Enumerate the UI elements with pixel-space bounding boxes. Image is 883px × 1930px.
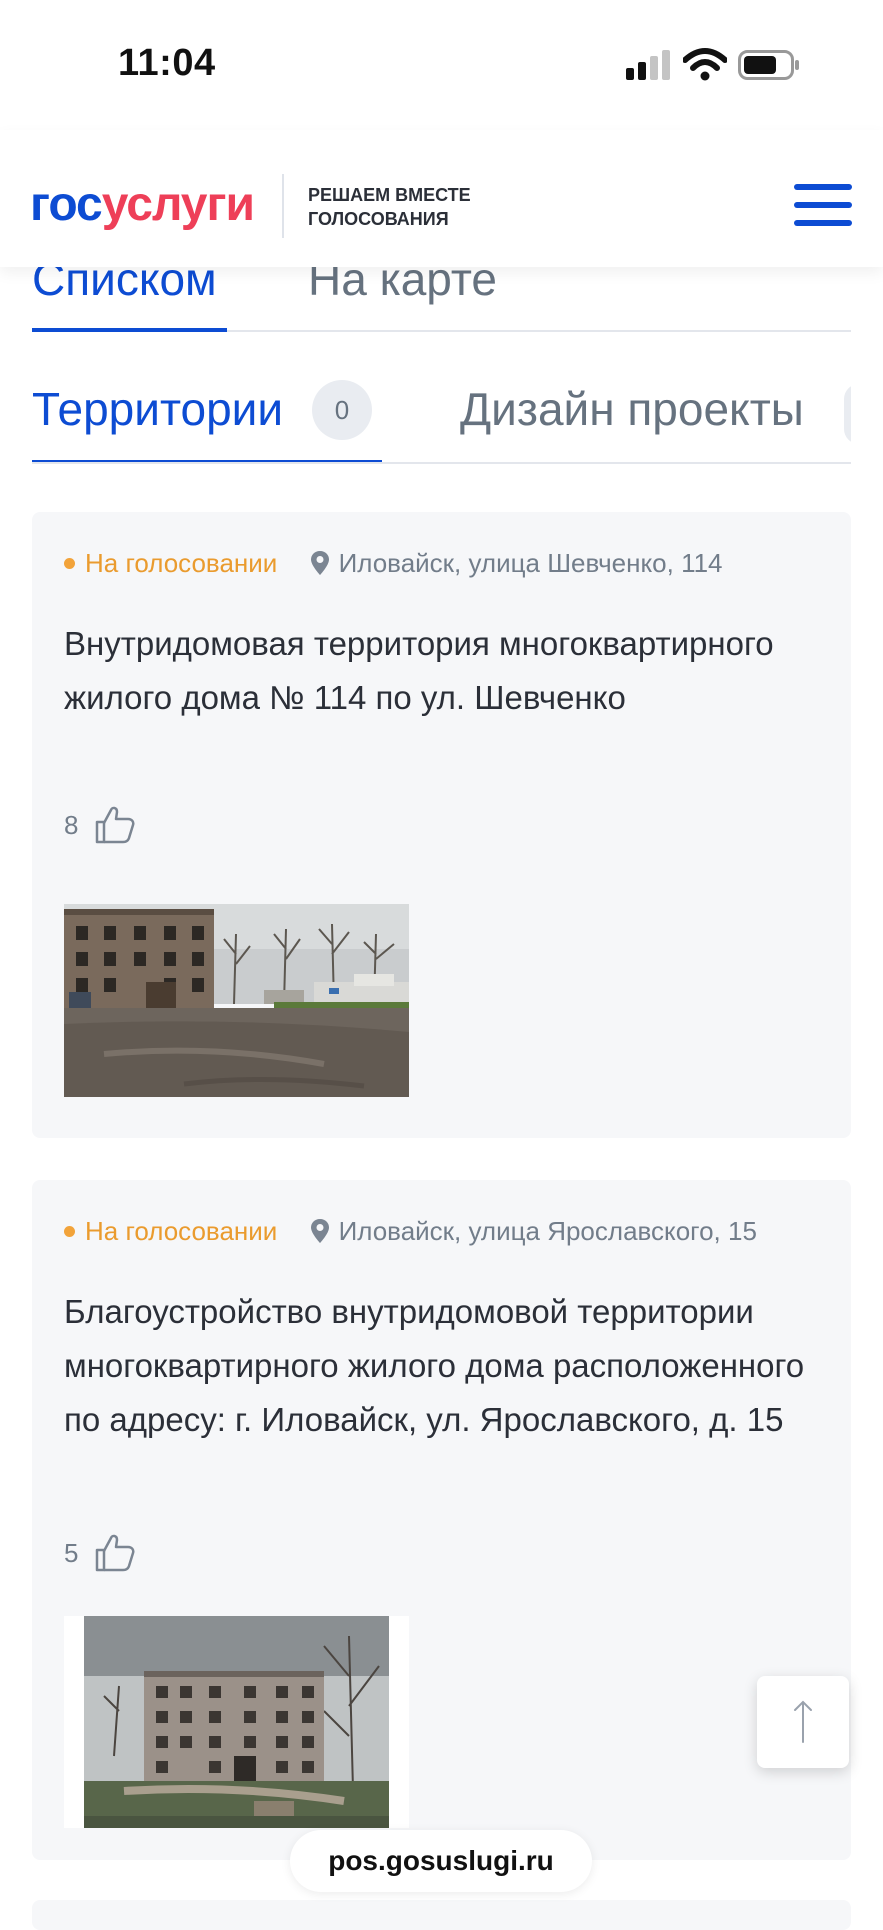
card-title[interactable]: Благоустройство внутридомовой территории… — [64, 1285, 834, 1447]
browser-url-bar[interactable]: pos.gosuslugi.ru — [290, 1830, 592, 1892]
territories-count-badge: 0 — [312, 380, 372, 440]
site-header: госуслуги РЕШАЕМ ВМЕСТЕ ГОЛОСОВАНИЯ — [0, 130, 883, 267]
like-button[interactable]: 5 — [64, 1532, 136, 1580]
status-time: 11:04 — [118, 42, 216, 84]
thumbs-up-icon — [95, 1534, 135, 1572]
battery-icon — [738, 50, 799, 80]
status-dot — [64, 557, 75, 569]
status-bar: 11:04 — [0, 0, 883, 130]
card-address: Иловайск, улица Ярославского, 15 — [338, 1216, 757, 1246]
logo-part-uslugi: услуги — [101, 178, 255, 231]
tab-list-underline — [32, 328, 227, 332]
header-tagline: РЕШАЕМ ВМЕСТЕ ГОЛОСОВАНИЯ — [308, 183, 471, 231]
tagline-line1: РЕШАЕМ ВМЕСТЕ — [308, 185, 471, 205]
card-address: Иловайск, улица Шевченко, 114 — [338, 548, 723, 578]
logo-divider — [282, 174, 284, 238]
project-photo[interactable] — [64, 1616, 409, 1828]
tagline-line2: ГОЛОСОВАНИЯ — [308, 209, 449, 229]
like-count: 5 — [64, 1537, 79, 1568]
location-pin-icon — [310, 1219, 329, 1244]
hamburger-menu-icon[interactable] — [794, 184, 852, 230]
status-label: На голосовании — [85, 1216, 278, 1246]
design-projects-count-badge — [844, 384, 851, 444]
logo-part-gos: гос — [30, 178, 103, 231]
project-card[interactable]: На голосовании Иловайск, улица Ярославск… — [32, 1180, 851, 1860]
status-label: На голосовании — [85, 548, 278, 578]
project-card[interactable]: На голосовании Иловайск, улица Шевченко,… — [32, 512, 851, 1138]
card-meta: На голосовании Иловайск, улица Шевченко,… — [64, 548, 723, 588]
thumbs-up-icon — [95, 806, 135, 844]
tab-territories[interactable]: Территории — [32, 382, 283, 436]
gosuslugi-logo[interactable]: госуслуги — [30, 177, 255, 232]
status-dot — [64, 1225, 75, 1237]
card-meta: На голосовании Иловайск, улица Ярославск… — [64, 1216, 757, 1256]
tab-territories-underline — [32, 460, 382, 462]
wifi-icon — [683, 48, 727, 81]
category-tabs: Территории 0 Дизайн проекты — [32, 370, 851, 464]
scroll-to-top-button[interactable] — [757, 1676, 849, 1768]
like-button[interactable]: 8 — [64, 804, 136, 852]
project-card[interactable] — [32, 1900, 851, 1930]
location-pin-icon — [310, 551, 329, 576]
project-photo[interactable] — [64, 904, 409, 1097]
card-title[interactable]: Внутридомовая территория многоквартирног… — [64, 617, 834, 725]
tab-design-projects[interactable]: Дизайн проекты — [460, 382, 804, 436]
cellular-signal-icon — [626, 50, 672, 80]
like-count: 8 — [64, 809, 79, 840]
arrow-up-icon — [794, 1700, 812, 1743]
